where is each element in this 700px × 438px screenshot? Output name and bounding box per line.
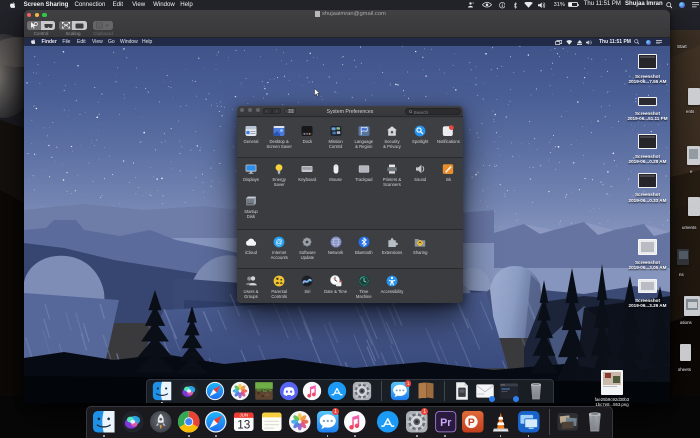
svg-text:Pr: Pr xyxy=(440,417,452,429)
svg-text:@: @ xyxy=(276,239,283,246)
svg-text:JUN: JUN xyxy=(240,413,249,418)
svg-text:P: P xyxy=(468,418,475,429)
svg-text:13: 13 xyxy=(237,419,251,432)
